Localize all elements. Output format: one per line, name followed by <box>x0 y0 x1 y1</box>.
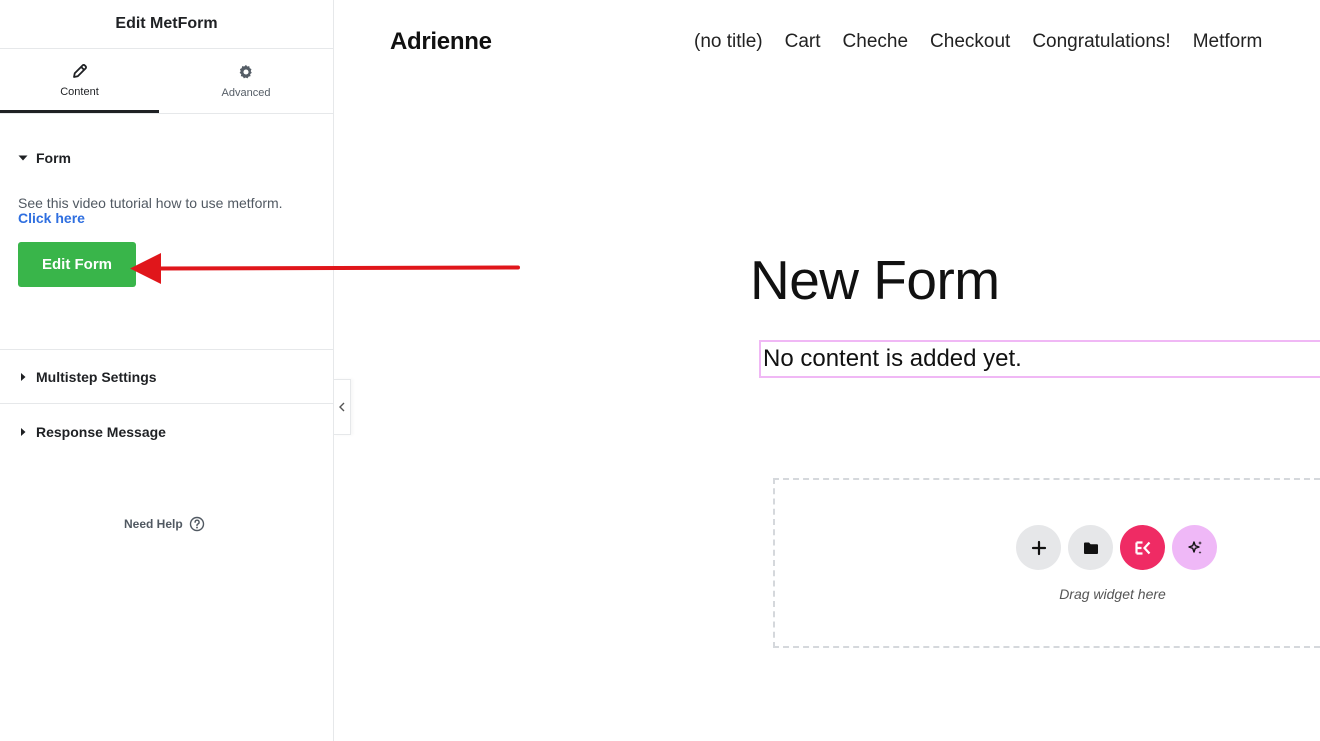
panel-title: Edit MetForm <box>115 15 218 32</box>
preview-canvas: Adrienne (no title) Cart Cheche Checkout… <box>335 0 1320 741</box>
tab-advanced[interactable]: Advanced <box>159 49 333 113</box>
elementskit-button[interactable] <box>1120 525 1165 570</box>
tutorial-text: See this video tutorial how to use metfo… <box>18 195 283 211</box>
nav-item-no-title[interactable]: (no title) <box>694 31 763 53</box>
nav-item-metform[interactable]: Metform <box>1193 31 1263 53</box>
tab-content[interactable]: Content <box>0 49 159 113</box>
caret-right-icon <box>21 427 26 436</box>
plus-icon <box>1031 540 1046 555</box>
tutorial-note: See this video tutorial how to use metfo… <box>18 196 318 226</box>
need-help-label: Need Help <box>124 517 183 531</box>
elementskit-logo-icon <box>1134 540 1150 555</box>
form-section: Form See this video tutorial how to use … <box>0 114 333 350</box>
nav-item-cheche[interactable]: Cheche <box>843 31 909 53</box>
ai-generate-button[interactable] <box>1172 525 1217 570</box>
form-section-toggle[interactable]: Form <box>0 150 89 166</box>
pencil-icon <box>72 63 87 78</box>
panel-header: Edit MetForm <box>0 0 333 49</box>
gear-icon <box>239 64 252 79</box>
widget-drop-zone[interactable]: Drag widget here <box>773 478 1320 648</box>
drop-zone-actions <box>1016 525 1217 570</box>
site-nav: (no title) Cart Cheche Checkout Congratu… <box>694 31 1262 53</box>
question-circle-icon <box>189 516 204 532</box>
multistep-section-label: Multistep Settings <box>36 369 157 385</box>
drop-zone-label: Drag widget here <box>1059 586 1166 602</box>
add-section-button[interactable] <box>1016 525 1061 570</box>
tab-advanced-label: Advanced <box>221 87 271 99</box>
response-section: Response Message <box>0 405 333 458</box>
need-help-link[interactable]: Need Help <box>124 516 205 532</box>
panel-tabs: Content Advanced <box>0 49 333 114</box>
site-title[interactable]: Adrienne <box>390 28 492 56</box>
metform-widget[interactable]: No content is added yet. <box>759 340 1320 378</box>
tutorial-link[interactable]: Click here <box>18 211 318 226</box>
multistep-section: Multistep Settings <box>0 351 333 404</box>
form-section-label: Form <box>36 150 71 166</box>
folder-icon <box>1083 542 1098 554</box>
tab-content-label: Content <box>60 85 99 98</box>
caret-down-icon <box>18 155 28 161</box>
response-section-label: Response Message <box>36 423 166 440</box>
nav-item-checkout[interactable]: Checkout <box>930 31 1010 53</box>
form-heading[interactable]: New Form <box>750 248 1000 312</box>
nav-item-cart[interactable]: Cart <box>785 31 821 53</box>
nav-item-congratulations[interactable]: Congratulations! <box>1032 31 1170 53</box>
caret-right-icon <box>21 373 26 381</box>
edit-form-button[interactable]: Edit Form <box>18 242 136 287</box>
multistep-section-toggle[interactable]: Multistep Settings <box>0 369 175 385</box>
empty-message: No content is added yet. <box>763 345 1022 372</box>
sparkles-icon <box>1187 540 1202 554</box>
editor-panel: Edit MetForm Content Advanced Form See t <box>0 0 334 741</box>
add-template-button[interactable] <box>1068 525 1113 570</box>
response-section-toggle[interactable]: Response Message <box>0 424 184 440</box>
